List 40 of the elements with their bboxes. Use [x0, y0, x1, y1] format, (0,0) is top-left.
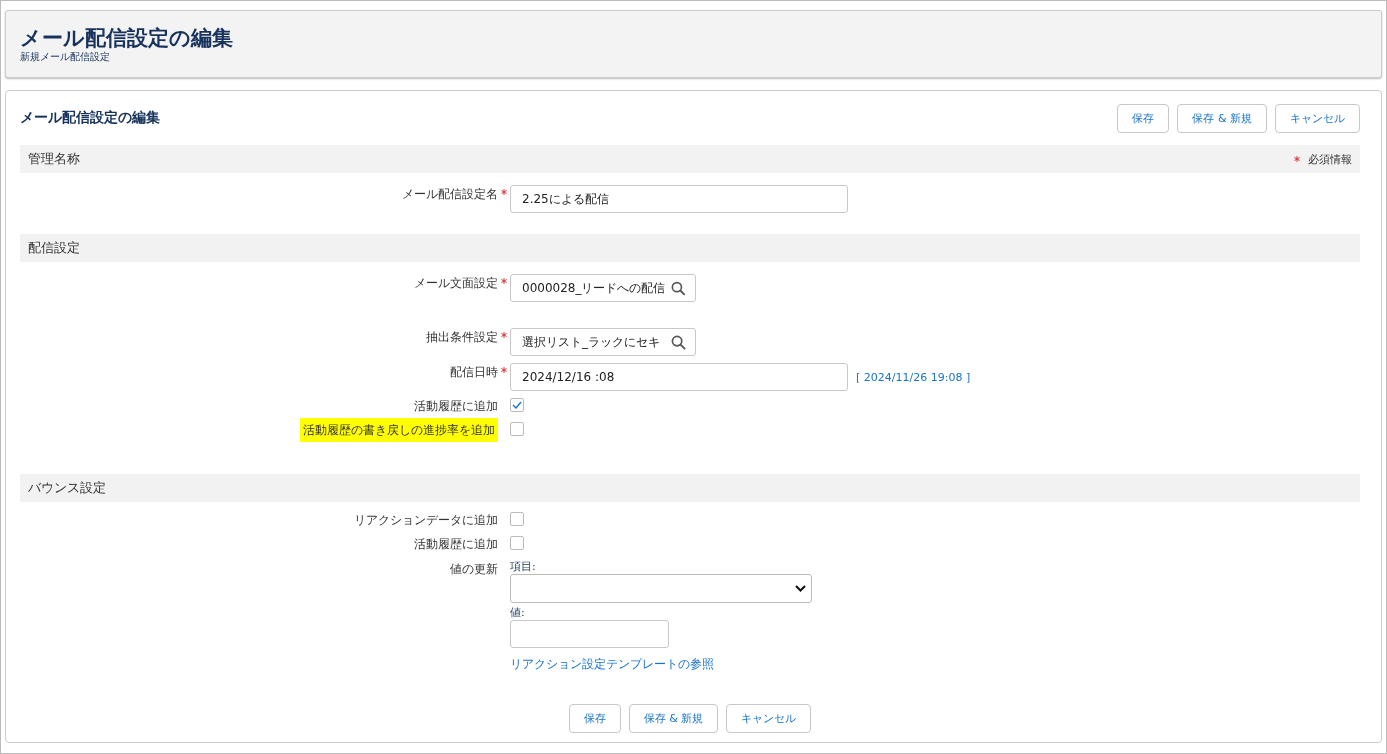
item-label: 項目: [510, 560, 536, 574]
form-button[interactable]: 保存 & 新規 [628, 704, 719, 733]
field-label: メール配信設定名 [402, 187, 498, 201]
required-legend: 必須情報 [1308, 151, 1352, 167]
lookup-field[interactable]: 0000028_リードへの配信 [510, 274, 696, 302]
value-field[interactable] [510, 620, 669, 648]
section-title: バウンス設定 [28, 479, 106, 497]
search-icon[interactable] [671, 334, 686, 350]
checkbox[interactable] [510, 398, 524, 412]
form-button[interactable]: 保存 [1117, 103, 1170, 133]
checkbox[interactable] [510, 422, 524, 436]
section-title: 配信設定 [28, 239, 80, 257]
form-button[interactable]: 保存 [568, 704, 621, 733]
field-label: 抽出条件設定 [426, 330, 498, 344]
field-label: リアクションデータに追加 [354, 513, 498, 527]
section-title: 管理名称 [28, 150, 80, 168]
chevron-down-icon [795, 585, 806, 592]
page-title: メール配信設定の編集 [20, 25, 233, 51]
value-label: 値: [510, 606, 525, 620]
field-label: 活動履歴に追加 [414, 537, 498, 551]
page-subtitle: 新規メール配信設定 [20, 51, 110, 63]
template-link[interactable]: リアクション設定テンプレートの参照 [510, 656, 714, 673]
field-label: メール文面設定 [414, 276, 498, 290]
form-button[interactable]: キャンセル [1275, 103, 1360, 133]
form-button[interactable]: 保存 & 新規 [1177, 103, 1267, 133]
checkbox[interactable] [510, 536, 524, 550]
checkbox[interactable] [510, 512, 524, 526]
text-field[interactable]: 2.25による配信 [510, 185, 848, 213]
item-dropdown[interactable] [510, 574, 812, 603]
form-title: メール配信設定の編集 [20, 109, 160, 127]
search-icon[interactable] [671, 280, 686, 296]
datetime-field[interactable]: 2024/12/16 :08 [510, 363, 848, 391]
form-button[interactable]: キャンセル [726, 704, 812, 733]
field-label: 配信日時 [450, 365, 498, 379]
lookup-field[interactable]: 選択リスト_ラックにセキ [510, 328, 696, 356]
asterisk-icon [1294, 156, 1300, 162]
field-label: 活動履歴に追加 [414, 399, 498, 413]
date-link[interactable]: [ 2024/11/26 19:08 ] [856, 370, 971, 384]
field-label: 値の更新 [450, 562, 498, 576]
field-label: 活動履歴の書き戻しの進捗率を追加 [300, 418, 498, 442]
